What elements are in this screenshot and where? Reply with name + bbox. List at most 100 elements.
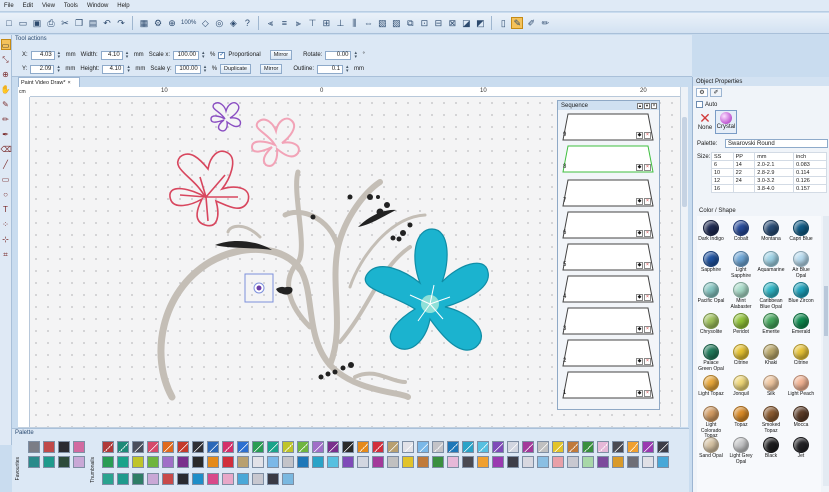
eraser-tool-icon[interactable]: ⌫	[1, 144, 12, 155]
sequence-item[interactable]: 8 ◆ ×	[562, 145, 654, 173]
palette-swatch[interactable]	[657, 441, 669, 453]
sequence-delete-icon[interactable]: ×	[644, 198, 651, 205]
color-shape-item[interactable]: Capri Blue	[787, 220, 815, 252]
palette-swatch[interactable]	[462, 441, 474, 453]
grid-icon[interactable]: ▦	[138, 17, 150, 29]
menu-edit[interactable]: Edit	[23, 3, 33, 9]
color-shape-item[interactable]: Emerald	[787, 313, 815, 345]
color-shape-item[interactable]: Jonquil	[727, 375, 755, 407]
distribute-icon[interactable]: ⫼	[348, 17, 360, 29]
palette-swatch[interactable]	[357, 456, 369, 468]
scale-x-input[interactable]: 100.00	[173, 50, 200, 60]
color-shape-item[interactable]: Topaz	[727, 406, 755, 438]
select-tool-icon[interactable]: ▭	[0, 39, 11, 50]
cut-icon[interactable]: ✂	[59, 17, 71, 29]
order-icon[interactable]: ⧉	[404, 17, 416, 29]
node-icon[interactable]: ◈	[227, 17, 239, 29]
palette-swatch[interactable]	[327, 441, 339, 453]
pen-icon[interactable]: ✐	[525, 17, 537, 29]
sequence-delete-icon[interactable]: ×	[644, 358, 651, 365]
palette-swatch[interactable]	[537, 441, 549, 453]
color-shape-item[interactable]: Dark Indigo	[697, 220, 725, 252]
palette-swatch[interactable]	[132, 441, 144, 453]
color-shape-item[interactable]: Khaki	[757, 344, 785, 376]
palette-swatch[interactable]	[297, 441, 309, 453]
scale-y-input[interactable]: 100.00	[174, 64, 201, 74]
palette-swatch[interactable]	[117, 456, 129, 468]
palette-swatch[interactable]	[162, 456, 174, 468]
palette-swatch[interactable]	[297, 456, 309, 468]
palette-swatch[interactable]	[612, 456, 624, 468]
thumbnail-swatch[interactable]	[222, 473, 234, 485]
menu-view[interactable]: View	[42, 3, 55, 9]
palette-swatch[interactable]	[627, 441, 639, 453]
palette-swatch[interactable]	[477, 456, 489, 468]
palette-swatch[interactable]	[507, 441, 519, 453]
palette-select[interactable]: Swarovski Round	[725, 139, 828, 148]
palette-swatch[interactable]	[267, 441, 279, 453]
brush-icon[interactable]: ✏	[539, 17, 551, 29]
rotate-spinner-icon[interactable]: ▴ ▾	[354, 50, 359, 60]
color-shape-item[interactable]: Light Topaz	[697, 375, 725, 407]
color-shape-item[interactable]: Pacific Opal	[697, 282, 725, 314]
palette-swatch[interactable]	[372, 456, 384, 468]
rhinestone-fill-icon[interactable]: ⁘	[1, 219, 11, 230]
palette-swatch[interactable]	[222, 456, 234, 468]
unlock-icon[interactable]: ⊟	[432, 17, 444, 29]
palette-swatch[interactable]	[432, 456, 444, 468]
palette-swatch[interactable]	[237, 456, 249, 468]
sequence-item[interactable]: 2 ◆ ×	[562, 339, 654, 367]
width-input[interactable]: 4.10	[100, 50, 123, 60]
open-folder-icon[interactable]: ▭	[17, 17, 29, 29]
favourite-swatch[interactable]	[58, 441, 70, 453]
thumbnail-swatch[interactable]	[267, 473, 279, 485]
palette-swatch[interactable]	[207, 456, 219, 468]
color-shape-item[interactable]: Caribbean Blue Opal	[757, 282, 785, 314]
canvas-vertical-scrollbar[interactable]	[680, 87, 688, 427]
line-tool-icon[interactable]: ╱	[1, 159, 11, 170]
document-tab-close-icon[interactable]: ×	[68, 80, 71, 86]
auto-checkbox[interactable]	[696, 101, 703, 108]
size-row[interactable]: 16 3.8-4.0 0.157	[711, 184, 827, 193]
rotate-input[interactable]: 0.00	[325, 50, 352, 60]
rhinestone-tool-icon[interactable]: ✎	[511, 17, 524, 29]
palette-swatch[interactable]	[447, 441, 459, 453]
ellipse-tool-icon[interactable]: ○	[1, 189, 11, 200]
palette-swatch[interactable]	[207, 441, 219, 453]
palette-swatch[interactable]	[267, 456, 279, 468]
thumbnail-swatch[interactable]	[147, 473, 159, 485]
palette-swatch[interactable]	[657, 456, 669, 468]
thumbnail-swatch[interactable]	[192, 473, 204, 485]
rhinestone-icon[interactable]: ◇	[199, 17, 211, 29]
palette-swatch[interactable]	[522, 441, 534, 453]
color-shape-item[interactable]: Aquamarine	[757, 251, 785, 283]
color-shape-item[interactable]: Light Sapphire	[727, 251, 755, 283]
align-center-icon[interactable]: ≡	[278, 17, 290, 29]
print-icon[interactable]: ⎙	[45, 17, 57, 29]
favourite-swatch[interactable]	[43, 441, 55, 453]
palette-swatch[interactable]	[402, 441, 414, 453]
pen-tool-icon[interactable]: ✒	[1, 129, 11, 140]
menu-window[interactable]: Window	[87, 3, 108, 9]
zoom-level[interactable]: 100%	[180, 17, 197, 29]
y-spinner-icon[interactable]: ▴ ▾	[57, 64, 62, 74]
color-shape-item[interactable]: Montana	[757, 220, 785, 252]
sequence-item[interactable]: 1 ◆ ×	[562, 371, 654, 399]
thumbnail-swatch[interactable]	[117, 473, 129, 485]
mirror-horizontal-button[interactable]: Mirror	[269, 50, 293, 60]
palette-swatch[interactable]	[237, 441, 249, 453]
trim-icon[interactable]: ◪	[460, 17, 472, 29]
palette-swatch[interactable]	[597, 456, 609, 468]
color-shape-item[interactable]: Mocca	[787, 406, 815, 438]
color-shape-item[interactable]: Air Blue Opal	[787, 251, 815, 283]
rectangle-tool-icon[interactable]: ▭	[1, 174, 11, 185]
crystal-option[interactable]: Crystal	[715, 110, 737, 134]
favourite-swatch[interactable]	[73, 456, 85, 468]
sequence-visibility-icon[interactable]: ◆	[636, 390, 643, 397]
color-shape-item[interactable]: Chrysolite	[697, 313, 725, 345]
color-shape-item[interactable]: Smoked Topaz	[757, 406, 785, 438]
palette-swatch[interactable]	[567, 456, 579, 468]
document-icon[interactable]: ▯	[497, 17, 509, 29]
color-shape-item[interactable]: Black	[757, 437, 785, 469]
size-row[interactable]: 12 24 3.0-3.2 0.126	[711, 176, 827, 185]
